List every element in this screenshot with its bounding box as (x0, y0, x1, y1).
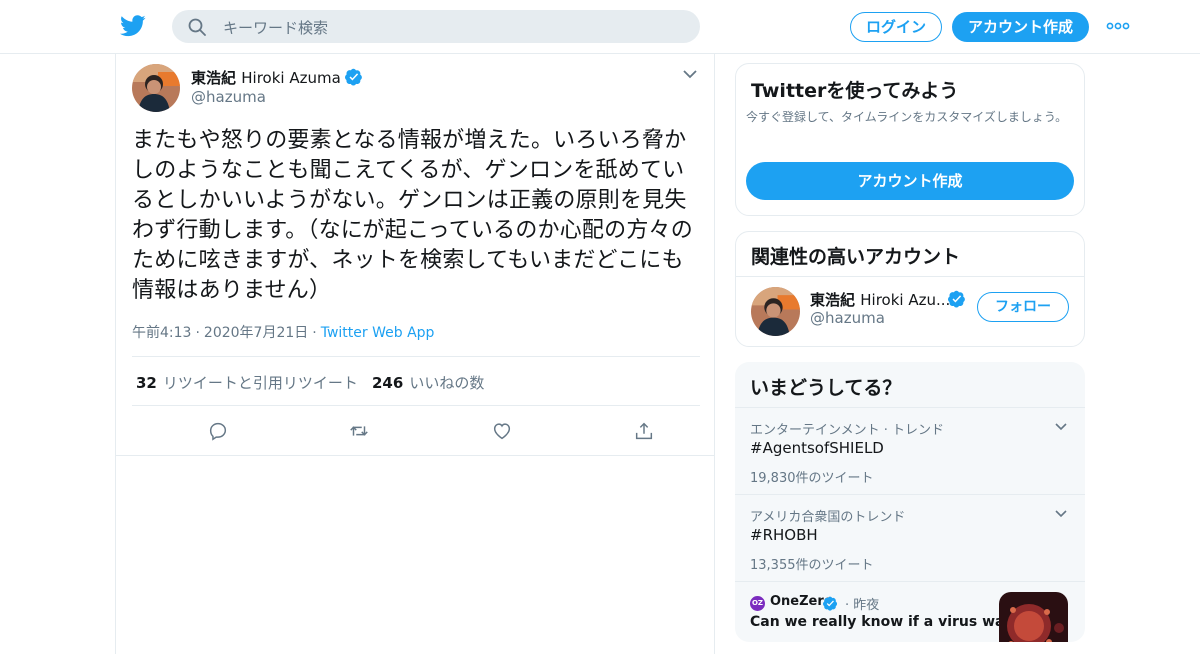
tweet-meta: 午前4:13 · 2020年7月21日 · Twitter Web App (132, 325, 435, 341)
tweet-time[interactable]: 午前4:13 (132, 325, 191, 341)
trend-count: 13,355件のツイート (750, 558, 874, 573)
author-name-ja: 東浩紀 (191, 69, 237, 87)
author-avatar[interactable] (132, 64, 180, 112)
chevron-down-icon[interactable] (682, 68, 698, 80)
trend-item[interactable]: アメリカ合衆国のトレンド #RHOBH 13,355件のツイート (735, 494, 1085, 581)
divider (116, 455, 714, 456)
trend-tag: #RHOBH (750, 526, 818, 544)
search-box[interactable]: キーワード検索 (172, 10, 700, 43)
news-source-logo: OZ (750, 596, 765, 611)
login-button[interactable]: ログイン (850, 12, 942, 42)
related-name-latin: Hiroki Azu... (860, 291, 951, 309)
trend-tag: #AgentsofSHIELD (750, 439, 884, 457)
news-time: · 昨夜 (845, 598, 880, 613)
related-avatar[interactable] (751, 287, 800, 336)
retweet-count: 32 (136, 374, 157, 392)
news-item[interactable]: OZ OneZero · 昨夜 Can we really know if a … (735, 581, 1085, 642)
verified-badge-icon (823, 596, 838, 611)
top-bar: キーワード検索 ログイン アカウント作成 (0, 0, 1200, 54)
retweet-label: リツイートと引用リツイート (162, 374, 358, 392)
verified-badge-icon (948, 290, 965, 308)
tweet-date[interactable]: 2020年7月21日 (204, 325, 308, 341)
share-icon[interactable] (633, 420, 655, 442)
like-heart-icon[interactable] (491, 420, 513, 442)
related-name-ja: 東浩紀 (810, 291, 856, 309)
trend-context: アメリカ合衆国のトレンド (750, 510, 906, 525)
author-name[interactable]: 東浩紀 Hiroki Azuma (191, 67, 363, 88)
tweet-detail: 東浩紀 Hiroki Azuma @hazuma またもや怒りの要素となる情報が… (115, 54, 715, 654)
tweet-client-link[interactable]: Twitter Web App (321, 325, 435, 341)
more-options-icon[interactable] (1106, 20, 1130, 32)
trends-title: いまどうしてる？ (750, 377, 902, 399)
twitter-logo-icon[interactable] (120, 14, 146, 38)
trend-item[interactable]: エンターテインメント · トレンド #AgentsofSHIELD 19,830… (735, 407, 1085, 494)
retweet-stat[interactable]: 32 リツイートと引用リツイート (136, 372, 358, 393)
tweet-text: またもや怒りの要素となる情報が増えた。いろいろ脅かしのようなことも聞こえてくるが… (132, 128, 693, 303)
tweet-actions (132, 406, 700, 456)
news-headline: Can we really know if a virus was (750, 614, 1013, 630)
search-input-placeholder[interactable]: キーワード検索 (223, 17, 328, 38)
author-handle[interactable]: @hazuma (191, 88, 266, 106)
tweet-stats: 32 リツイートと引用リツイート 246 いいねの数 (132, 356, 700, 406)
related-account-handle[interactable]: @hazuma (810, 309, 885, 327)
divider (736, 276, 1084, 277)
signup-cta-button[interactable]: アカウント作成 (746, 162, 1074, 200)
news-thumbnail[interactable] (999, 592, 1068, 642)
related-accounts-card: 関連性の高いアカウント 東浩紀 Hiroki Azu... @hazuma フォ… (735, 231, 1085, 347)
signup-button[interactable]: アカウント作成 (952, 12, 1089, 42)
like-count: 246 (372, 374, 404, 392)
trends-card: いまどうしてる？ エンターテインメント · トレンド #AgentsofSHIE… (735, 362, 1085, 642)
follow-button[interactable]: フォロー (977, 292, 1069, 322)
reply-icon[interactable] (207, 420, 229, 442)
author-name-latin: Hiroki Azuma (241, 69, 341, 87)
try-card-title: Twitterを使ってみよう (751, 80, 959, 102)
retweet-icon[interactable] (348, 420, 370, 442)
try-card-description: 今すぐ登録して、タイムラインをカスタマイズしましょう。 (746, 110, 1068, 124)
related-title: 関連性の高いアカウント (751, 246, 961, 268)
trend-context: エンターテインメント · トレンド (750, 423, 945, 438)
search-icon (188, 18, 206, 36)
try-twitter-card: Twitterを使ってみよう 今すぐ登録して、タイムラインをカスタマイズしましょ… (735, 63, 1085, 216)
trend-count: 19,830件のツイート (750, 471, 874, 486)
chevron-down-icon[interactable] (1054, 509, 1068, 519)
verified-badge-icon (344, 68, 362, 86)
like-stat[interactable]: 246 いいねの数 (372, 372, 484, 393)
chevron-down-icon[interactable] (1054, 422, 1068, 432)
related-account-name[interactable]: 東浩紀 Hiroki Azu... (810, 289, 970, 310)
like-label: いいねの数 (409, 374, 485, 392)
